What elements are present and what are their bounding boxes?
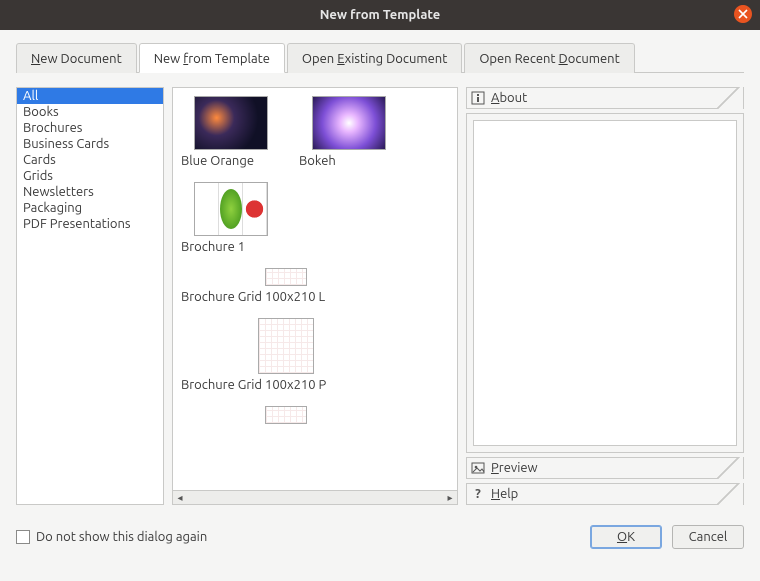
tab-ew-document[interactable]: New Document [16, 43, 137, 73]
help-icon: ? [471, 487, 485, 501]
template-item[interactable]: Brochure 1 [181, 182, 281, 254]
dialog-body: New DocumentNew from TemplateOpen Existi… [0, 30, 760, 515]
tabbar: New DocumentNew from TemplateOpen Existi… [16, 42, 744, 73]
category-item[interactable]: Newsletters [17, 184, 163, 200]
close-icon [738, 9, 748, 19]
dont-show-checkbox[interactable]: Do not show this dialog again [16, 530, 207, 544]
category-item[interactable]: Brochures [17, 120, 163, 136]
footer: Do not show this dialog again OK Cancel [0, 515, 760, 561]
template-item[interactable]: Blue Orange [181, 96, 281, 168]
template-item[interactable]: Bokeh [299, 96, 399, 168]
close-button[interactable] [734, 5, 752, 23]
help-label: Help [491, 487, 518, 501]
info-icon [471, 91, 485, 105]
tab-xisting-document[interactable]: Open Existing Document [287, 43, 462, 73]
horizontal-scrollbar[interactable]: ◂ ▸ [172, 491, 458, 505]
template-label: Blue Orange [181, 154, 281, 168]
template-item[interactable] [181, 406, 391, 428]
category-item[interactable]: PDF Presentations [17, 216, 163, 232]
template-thumb [265, 268, 307, 286]
category-item[interactable]: Business Cards [17, 136, 163, 152]
image-icon [471, 461, 485, 475]
about-header[interactable]: About [466, 87, 744, 109]
ok-button[interactable]: OK [590, 525, 662, 549]
template-item[interactable]: Brochure Grid 100x210 P [181, 318, 391, 392]
template-thumb [265, 406, 307, 424]
category-list[interactable]: AllBooksBrochuresBusiness CardsCardsGrid… [16, 87, 164, 505]
template-thumb [258, 318, 314, 374]
template-label: Brochure Grid 100x210 L [181, 290, 391, 304]
category-item[interactable]: Books [17, 104, 163, 120]
right-panel: About Preview ? Help [466, 87, 744, 505]
category-item[interactable]: All [17, 88, 163, 104]
template-thumb [194, 182, 268, 236]
content-area: AllBooksBrochuresBusiness CardsCardsGrid… [16, 87, 744, 505]
template-thumb [194, 96, 268, 150]
tab-rom-template[interactable]: New from Template [139, 43, 285, 73]
checkbox-box[interactable] [16, 530, 30, 544]
preview-label: Preview [491, 461, 538, 475]
window-title: New from Template [320, 8, 441, 22]
scroll-right-icon[interactable]: ▸ [443, 491, 457, 504]
tab-ocument[interactable]: Open Recent Document [464, 43, 634, 73]
category-item[interactable]: Grids [17, 168, 163, 184]
template-thumb [312, 96, 386, 150]
help-header[interactable]: ? Help [466, 483, 744, 505]
template-item[interactable]: Brochure Grid 100x210 L [181, 268, 391, 304]
gallery-wrap: Blue Orange Bokeh Brochure 1 Brochure Grid … [172, 87, 458, 505]
titlebar: New from Template [0, 0, 760, 30]
template-gallery[interactable]: Blue Orange Bokeh Brochure 1 Brochure Grid … [172, 87, 458, 491]
preview-header[interactable]: Preview [466, 457, 744, 479]
about-box [466, 113, 744, 453]
about-content [473, 120, 737, 446]
scroll-track[interactable] [187, 491, 443, 504]
template-label: Brochure 1 [181, 240, 281, 254]
category-item[interactable]: Packaging [17, 200, 163, 216]
about-label: About [491, 91, 527, 105]
checkbox-label: Do not show this dialog again [36, 530, 207, 544]
cancel-button[interactable]: Cancel [672, 525, 744, 549]
category-item[interactable]: Cards [17, 152, 163, 168]
template-label: Brochure Grid 100x210 P [181, 378, 391, 392]
template-label: Bokeh [299, 154, 399, 168]
scroll-left-icon[interactable]: ◂ [173, 491, 187, 504]
